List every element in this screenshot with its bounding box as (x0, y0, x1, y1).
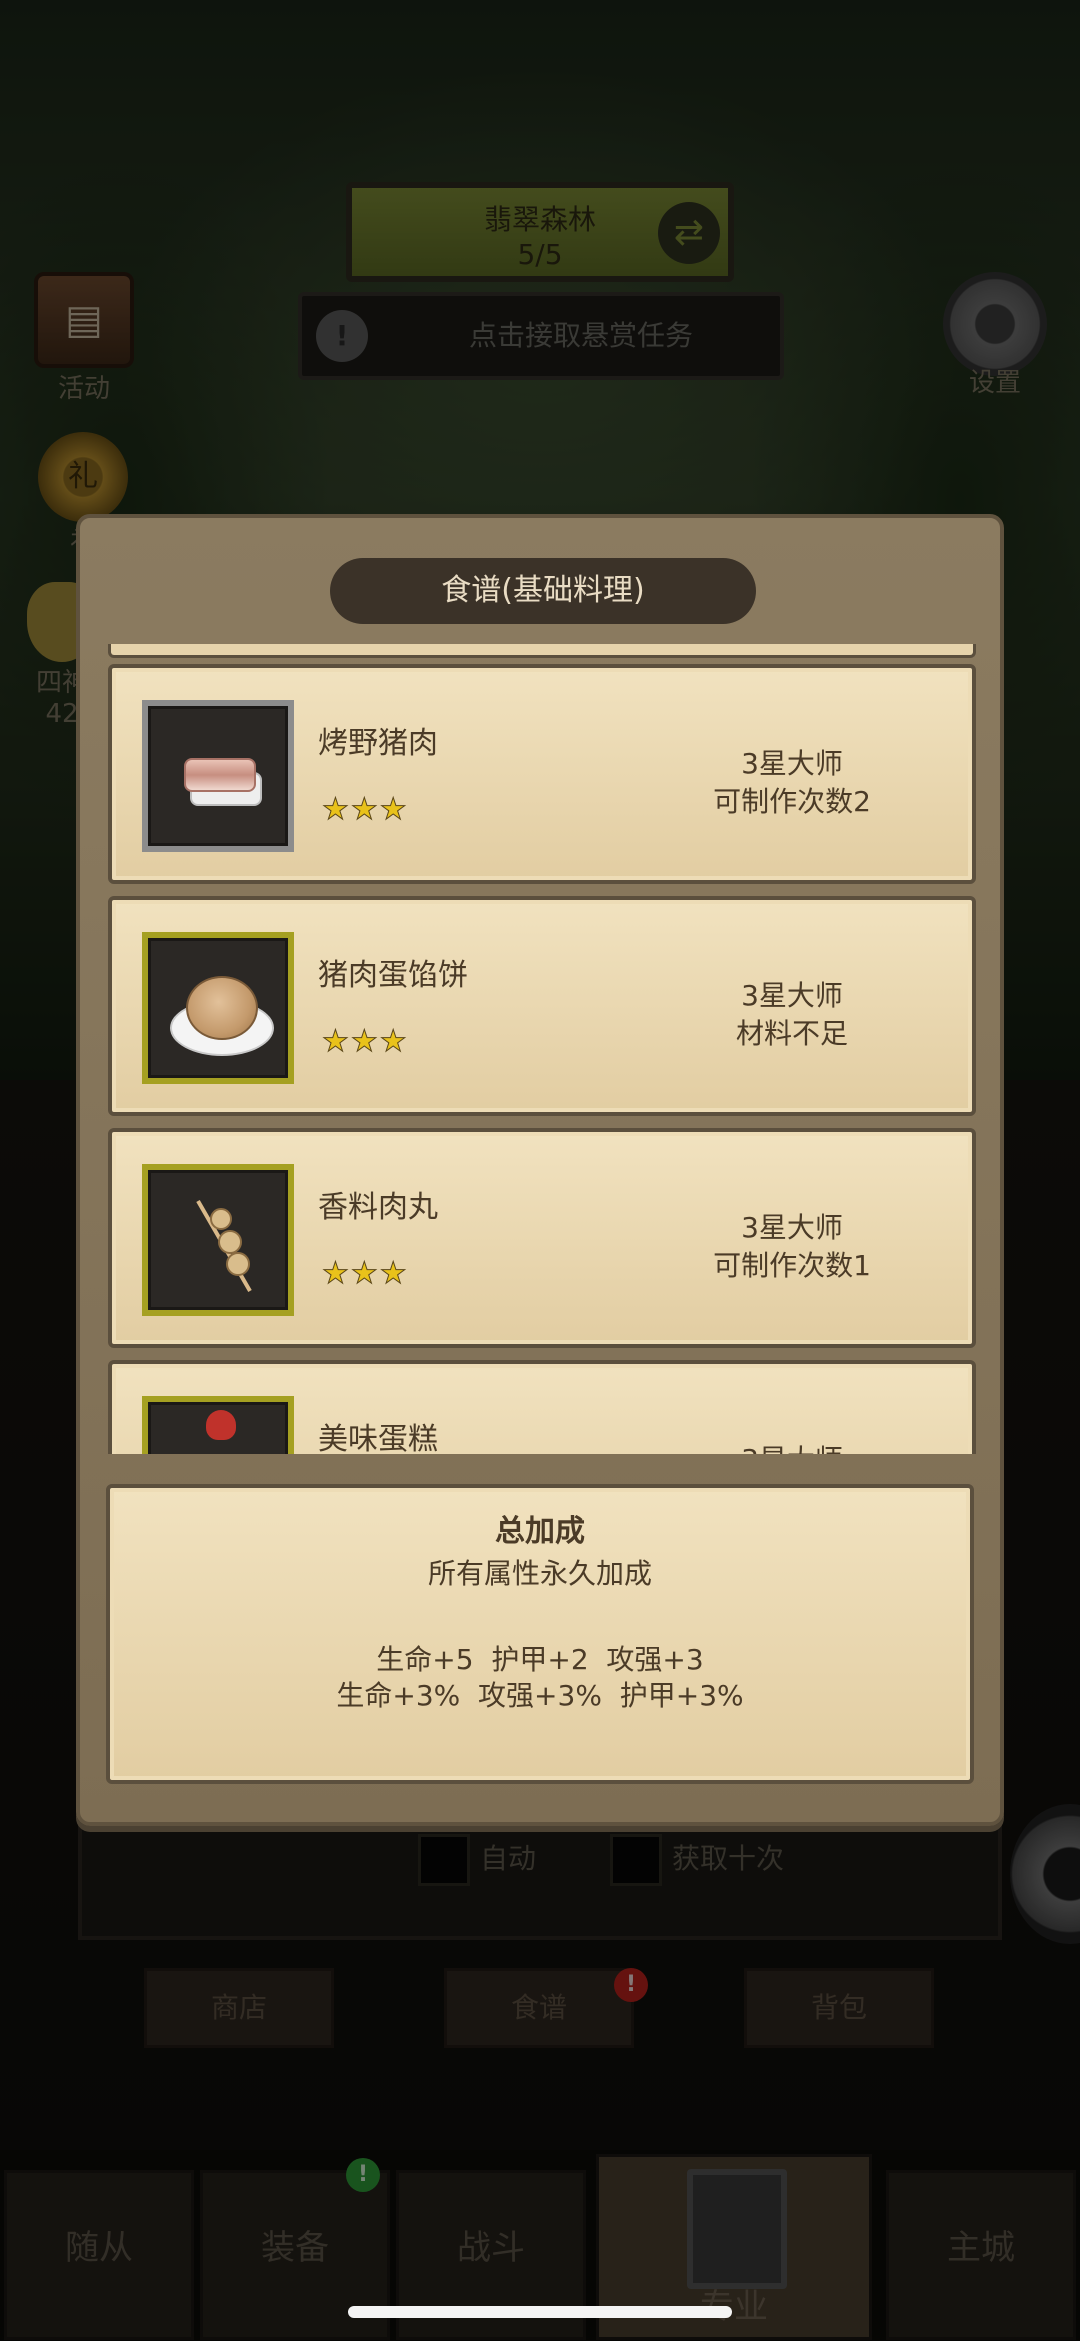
recipe-name: 烤野猪肉 (318, 726, 438, 761)
recipe-modal: 食谱(基础料理) 烤野猪肉 ★★★ 3星大师 可制作次数2 猪肉蛋馅饼 ★★★ … (76, 514, 1004, 1826)
recipe-thumb (142, 700, 294, 852)
recipe-rank: 3星大师 (741, 979, 843, 1012)
star-rating: ★★★ (322, 1024, 409, 1060)
total-bonus-panel: 总加成 所有属性永久加成 生命+5 护甲+2 攻强+3 生命+3% 攻强+3% … (106, 1484, 974, 1784)
recipe-card[interactable]: 烤野猪肉 ★★★ 3星大师 可制作次数2 (108, 664, 976, 884)
recipe-name: 猪肉蛋馅饼 (318, 958, 468, 993)
recipe-status: 材料不足 (735, 1017, 848, 1050)
star-rating: ★★★ (322, 1256, 409, 1292)
bonus-flat-stats: 生命+5 护甲+2 攻强+3 (376, 1643, 704, 1676)
recipe-name: 美味蛋糕 (318, 1422, 438, 1454)
recipe-thumb (142, 1164, 294, 1316)
recipe-rank: 3星大师 (692, 1438, 892, 1454)
recipe-thumb (142, 932, 294, 1084)
home-indicator[interactable] (348, 2306, 732, 2318)
recipe-rank: 3星大师 (741, 1211, 843, 1244)
recipe-status: 可制作次数1 (713, 1249, 871, 1282)
meat-pie-icon (170, 968, 274, 1060)
bonus-title: 总加成 (495, 1514, 585, 1549)
roast-boar-icon (184, 752, 262, 808)
meatball-skewer-icon (180, 1194, 268, 1298)
star-rating: ★★★ (322, 792, 409, 828)
bonus-percent-stats: 生命+3% 攻强+3% 护甲+3% (336, 1679, 744, 1712)
recipe-card[interactable]: 美味蛋糕 ★★★ 3星大师 (108, 1360, 976, 1454)
recipe-list[interactable]: 烤野猪肉 ★★★ 3星大师 可制作次数2 猪肉蛋馅饼 ★★★ 3星大师 材料不足 (100, 644, 980, 1454)
recipe-status: 可制作次数2 (713, 785, 871, 818)
recipe-thumb (142, 1396, 294, 1454)
recipe-rank: 3星大师 (741, 747, 843, 780)
list-edge (108, 644, 976, 658)
cake-icon (206, 1410, 236, 1440)
recipe-name: 香料肉丸 (318, 1190, 438, 1225)
recipe-card[interactable]: 猪肉蛋馅饼 ★★★ 3星大师 材料不足 (108, 896, 976, 1116)
recipe-card[interactable]: 香料肉丸 ★★★ 3星大师 可制作次数1 (108, 1128, 976, 1348)
modal-title: 食谱(基础料理) (330, 558, 756, 624)
bonus-subtitle: 所有属性永久加成 (427, 1557, 652, 1590)
